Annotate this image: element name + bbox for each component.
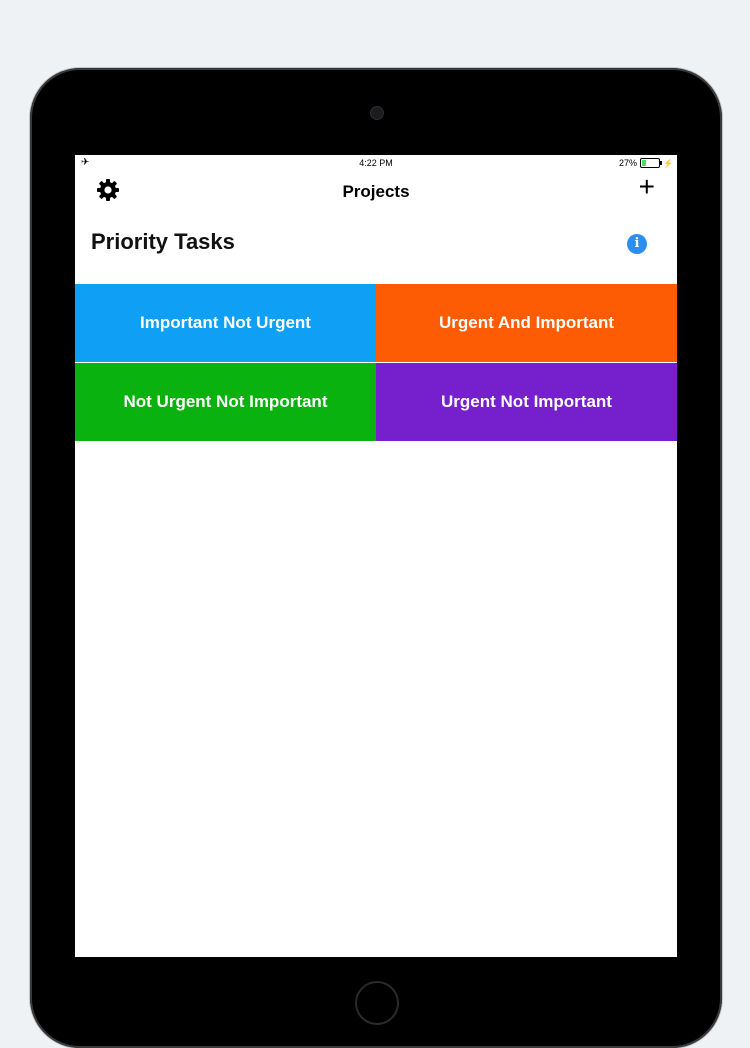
info-icon[interactable]: i [627,234,647,254]
battery-icon [640,158,663,168]
navigation-bar: Projects + [75,171,677,215]
home-button[interactable] [355,981,399,1025]
quadrant-not-urgent-not-important[interactable]: Not Urgent Not Important [75,363,376,441]
add-project-button[interactable]: + [639,173,655,201]
priority-matrix: Important Not Urgent Urgent And Importan… [75,284,677,441]
app-screen: ✈ 4:22 PM 27% ⚡ Projects + Priority Task… [75,155,677,957]
quadrant-urgent-not-important[interactable]: Urgent Not Important [376,363,677,441]
charging-icon: ⚡ [663,158,673,168]
status-bar: ✈ 4:22 PM 27% ⚡ [75,155,677,171]
quadrant-label: Urgent And Important [438,313,615,332]
nav-title: Projects [342,182,410,201]
quadrant-urgent-and-important[interactable]: Urgent And Important [376,284,677,362]
quadrant-important-not-urgent[interactable]: Important Not Urgent [75,284,376,362]
quadrant-label: Not Urgent Not Important [123,392,328,411]
battery-indicator: 27% ⚡ [619,158,673,168]
status-time: 4:22 PM [359,158,393,168]
page-title: Priority Tasks [91,229,235,254]
quadrant-label: Urgent Not Important [441,392,612,411]
section-header: Priority Tasks i [75,215,677,275]
quadrant-label: Important Not Urgent [140,313,311,332]
battery-percent: 27% [619,158,638,168]
front-camera [370,106,384,120]
tablet-frame: ✈ 4:22 PM 27% ⚡ Projects + Priority Task… [30,68,722,1048]
